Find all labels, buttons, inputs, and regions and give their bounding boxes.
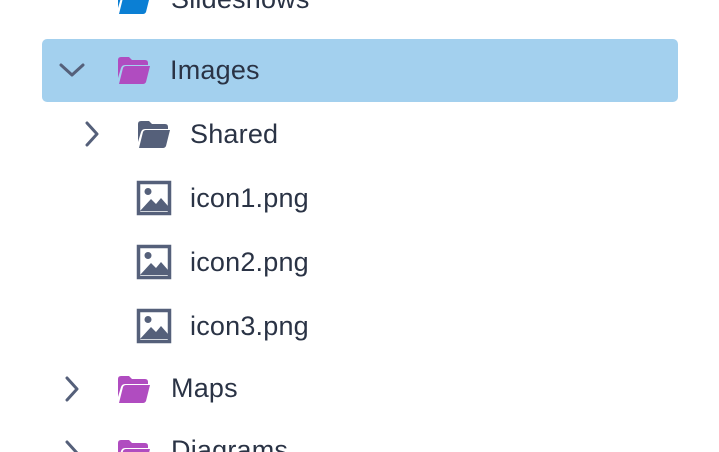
tree-item-label: Shared [190, 119, 279, 149]
image-file-icon [136, 180, 172, 216]
image-file-icon [136, 244, 172, 280]
tree-item-diagrams[interactable]: Diagrams [42, 421, 678, 452]
tree-item-icon2[interactable]: icon2.png [42, 230, 678, 293]
chevron-right-icon[interactable] [57, 438, 87, 452]
folder-open-icon [138, 121, 170, 148]
image-file-icon [136, 308, 172, 344]
chevron-right-icon[interactable] [57, 374, 87, 404]
folder-open-icon [118, 57, 150, 84]
file-tree: Slideshows Images Shared icon1.png [0, 0, 719, 452]
folder-open-icon [118, 0, 149, 14]
tree-item-icon1[interactable]: icon1.png [42, 167, 678, 230]
tree-item-label: icon1.png [190, 183, 309, 213]
folder-open-icon [118, 440, 150, 452]
tree-item-slideshows[interactable]: Slideshows [42, 0, 678, 31]
tree-item-maps[interactable]: Maps [42, 357, 678, 420]
tree-item-label: Images [170, 55, 260, 85]
chevron-down-icon[interactable] [57, 55, 87, 85]
tree-item-shared[interactable]: Shared [42, 103, 678, 166]
tree-item-icon3[interactable]: icon3.png [42, 294, 678, 357]
tree-item-images[interactable]: Images [42, 39, 678, 102]
tree-item-label: Maps [171, 373, 238, 403]
tree-item-label: Diagrams [171, 435, 289, 452]
folder-open-icon [118, 376, 150, 403]
chevron-right-icon[interactable] [77, 119, 107, 149]
tree-item-label: icon3.png [190, 311, 309, 341]
tree-item-label: icon2.png [190, 247, 309, 277]
tree-item-label: Slideshows [171, 0, 310, 16]
